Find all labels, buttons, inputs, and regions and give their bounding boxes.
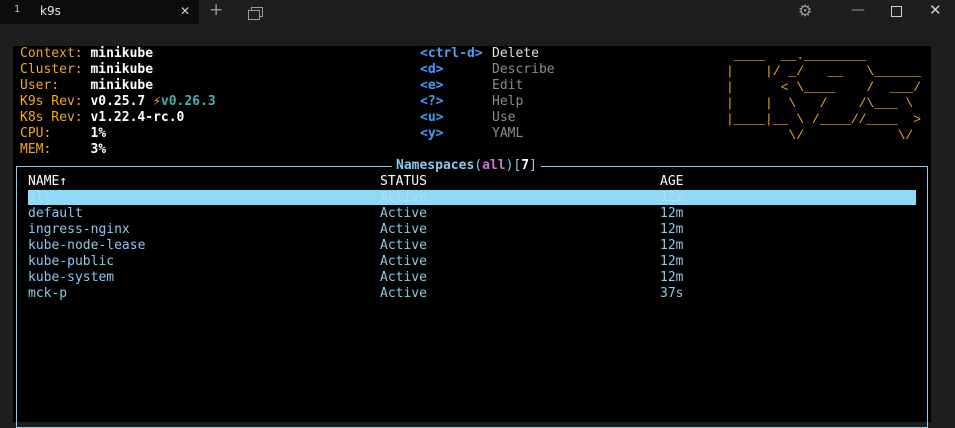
hotkey-use[interactable]: <u> (420, 110, 443, 126)
mem-row: MEM: 3% (20, 142, 106, 158)
mem-label: MEM: (20, 142, 52, 157)
settings-gear-icon[interactable]: ⚙ (798, 1, 812, 20)
terminal-pane[interactable]: Context: minikube Cluster: minikube User… (13, 46, 931, 428)
row-status: Active (380, 286, 427, 301)
cluster-row: Cluster: minikube (20, 62, 153, 78)
close-window-icon[interactable]: ✕ (929, 1, 942, 19)
row-age: 12m (660, 238, 684, 253)
table-filter: all (482, 158, 506, 173)
context-value: minikube (90, 46, 154, 61)
hotkey-yaml-action: YAML (492, 126, 524, 141)
table-count: 7 (521, 158, 530, 173)
hotkey-edit-action: Edit (492, 78, 524, 93)
hotkey-key: <e> (420, 78, 444, 93)
new-tab-icon[interactable]: + (209, 0, 223, 20)
maximize-icon[interactable] (891, 6, 902, 17)
window-titlebar: 1 k9s ✕ + ⚙ — ✕ (0, 0, 955, 24)
row-status: Active (380, 270, 427, 285)
row-status: Active (380, 190, 427, 205)
k9s-logo: ____ __.________ | |/ _/ __ \______ | < … (726, 48, 929, 143)
selected-row-highlight (28, 190, 916, 205)
k9s-rev-label: K9s Rev: (20, 94, 83, 109)
row-name: all (28, 190, 52, 205)
close-tab-icon[interactable]: ✕ (180, 4, 190, 18)
hotkey-describe-action: Describe (492, 62, 555, 77)
hotkey-key: <?> (420, 94, 444, 109)
tab-switcher-icon[interactable] (248, 5, 263, 20)
minimize-icon[interactable]: — (851, 2, 865, 18)
cpu-label: CPU: (20, 126, 52, 141)
row-name: default (28, 206, 83, 221)
row-age: 12m (660, 190, 684, 205)
table-title-text: Namespaces (396, 158, 475, 173)
row-status: Active (380, 238, 427, 253)
hotkey-use-action: Use (492, 110, 516, 125)
tab-k9s[interactable]: 1 k9s ✕ (0, 0, 199, 24)
hotkey-edit[interactable]: <e> (420, 78, 443, 94)
tab-title: k9s (40, 4, 61, 18)
k8s-rev-label: K8s Rev: (20, 110, 83, 125)
row-name: kube-public (28, 254, 115, 269)
k9s-rev-value: v0.25.7 (90, 94, 146, 109)
namespaces-table-title: Namespaces(all)[7] (392, 158, 541, 174)
row-age: 12m (660, 270, 684, 285)
hotkey-key: <d> (420, 62, 444, 77)
context-label: Context: (20, 46, 83, 61)
upgrade-bolt-icon: ⚡ (153, 94, 161, 109)
hotkey-key: <u> (420, 110, 444, 125)
hotkey-help-action: Help (492, 94, 524, 109)
k9s-rev-row: K9s Rev: v0.25.7 ⚡v0.26.3 (20, 94, 216, 110)
row-name: kube-system (28, 270, 115, 285)
k8s-rev-value: v1.22.4-rc.0 (90, 110, 185, 125)
k9s-update-value: v0.26.3 (160, 94, 216, 109)
hotkey-yaml[interactable]: <y> (420, 126, 443, 142)
row-age: 37s (660, 286, 684, 301)
tab-index: 1 (14, 4, 21, 15)
row-age: 12m (660, 254, 684, 269)
namespaces-table-frame (16, 166, 928, 428)
k8s-rev-row: K8s Rev: v1.22.4-rc.0 (20, 110, 184, 126)
row-age: 12m (660, 222, 684, 237)
hotkey-key: <y> (420, 126, 444, 141)
cpu-value: 1% (90, 126, 107, 141)
row-age: 12m (660, 206, 684, 221)
hotkey-describe[interactable]: <d> (420, 62, 443, 78)
row-status: Active (380, 254, 427, 269)
hotkey-delete[interactable]: <ctrl-d> (420, 46, 483, 62)
row-name: mck-p (28, 286, 68, 301)
user-value: minikube (90, 78, 154, 93)
row-name: kube-node-lease (28, 238, 146, 253)
row-name: ingress-nginx (28, 222, 130, 237)
user-row: User: minikube (20, 78, 153, 94)
hotkey-delete-action: Delete (492, 46, 539, 61)
column-header-age[interactable]: AGE (660, 174, 683, 190)
hotkey-key: <ctrl-d> (420, 46, 483, 61)
cpu-row: CPU: 1% (20, 126, 106, 142)
context-row: Context: minikube (20, 46, 153, 62)
mem-value: 3% (90, 142, 107, 157)
user-label: User: (20, 78, 60, 93)
hotkey-help[interactable]: <?> (420, 94, 443, 110)
cluster-label: Cluster: (20, 62, 83, 77)
column-header-status[interactable]: STATUS (380, 174, 427, 190)
row-status: Active (380, 222, 427, 237)
column-header-name[interactable]: NAME↑ (28, 174, 67, 190)
row-status: Active (380, 206, 427, 221)
cluster-value: minikube (90, 62, 154, 77)
